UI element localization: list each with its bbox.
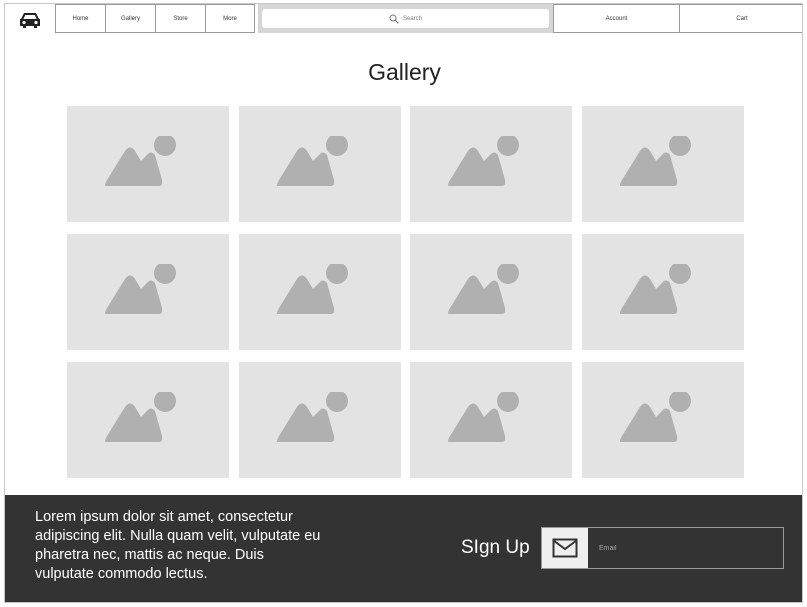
image-placeholder-icon: [276, 392, 348, 442]
nav-home[interactable]: Home: [55, 4, 105, 33]
gallery-grid: [67, 106, 744, 478]
nav-more[interactable]: More: [205, 4, 255, 33]
email-signup: [541, 527, 784, 569]
header: Home Gallery Store More Search Account C…: [5, 4, 802, 35]
gallery-tile[interactable]: [410, 106, 572, 222]
image-placeholder-icon: [105, 136, 176, 186]
image-placeholder-icon: [276, 136, 348, 186]
gallery-tile[interactable]: [410, 362, 572, 478]
account-button[interactable]: Account: [553, 4, 679, 33]
main-nav: Home Gallery Store More: [55, 4, 255, 33]
mail-icon: [552, 538, 578, 558]
gallery-tile[interactable]: [581, 362, 744, 478]
gallery-tile[interactable]: [581, 106, 744, 222]
gallery-tile[interactable]: [238, 234, 401, 350]
footer-text: Lorem ipsum dolor sit amet, consectetur …: [35, 509, 321, 582]
logo[interactable]: [17, 9, 43, 31]
image-placeholder-icon: [276, 264, 348, 314]
gallery-tile[interactable]: [67, 106, 229, 222]
gallery-tile[interactable]: [581, 234, 744, 350]
image-placeholder-icon: [619, 136, 691, 186]
nav-store[interactable]: Store: [155, 4, 205, 33]
cart-button[interactable]: Cart: [679, 4, 802, 33]
image-placeholder-icon: [448, 264, 519, 314]
search-bar: Search: [258, 4, 553, 33]
email-field[interactable]: [588, 528, 783, 568]
page-title: Gallery: [368, 59, 441, 85]
image-placeholder-icon: [448, 392, 519, 442]
email-icon-box: [542, 528, 588, 568]
account-nav: Account Cart: [553, 4, 802, 33]
search-icon: [389, 14, 399, 24]
gallery-tile[interactable]: [238, 106, 401, 222]
image-placeholder-icon: [619, 392, 691, 442]
gallery-tile[interactable]: [410, 234, 572, 350]
page-frame: Home Gallery Store More Search Account C…: [4, 3, 803, 603]
footer: Lorem ipsum dolor sit amet, consectetur …: [5, 495, 802, 602]
image-placeholder-icon: [448, 136, 519, 186]
image-placeholder-icon: [619, 264, 691, 314]
gallery-tile[interactable]: [238, 362, 401, 478]
gallery-tile[interactable]: [67, 362, 229, 478]
search-placeholder: Search: [402, 15, 422, 22]
signup-label: SIgn Up: [461, 537, 530, 558]
image-placeholder-icon: [105, 392, 176, 442]
nav-gallery[interactable]: Gallery: [105, 4, 155, 33]
image-placeholder-icon: [105, 264, 176, 314]
car-icon: [20, 13, 40, 28]
gallery-tile[interactable]: [67, 234, 229, 350]
search-input[interactable]: Search: [262, 9, 549, 28]
